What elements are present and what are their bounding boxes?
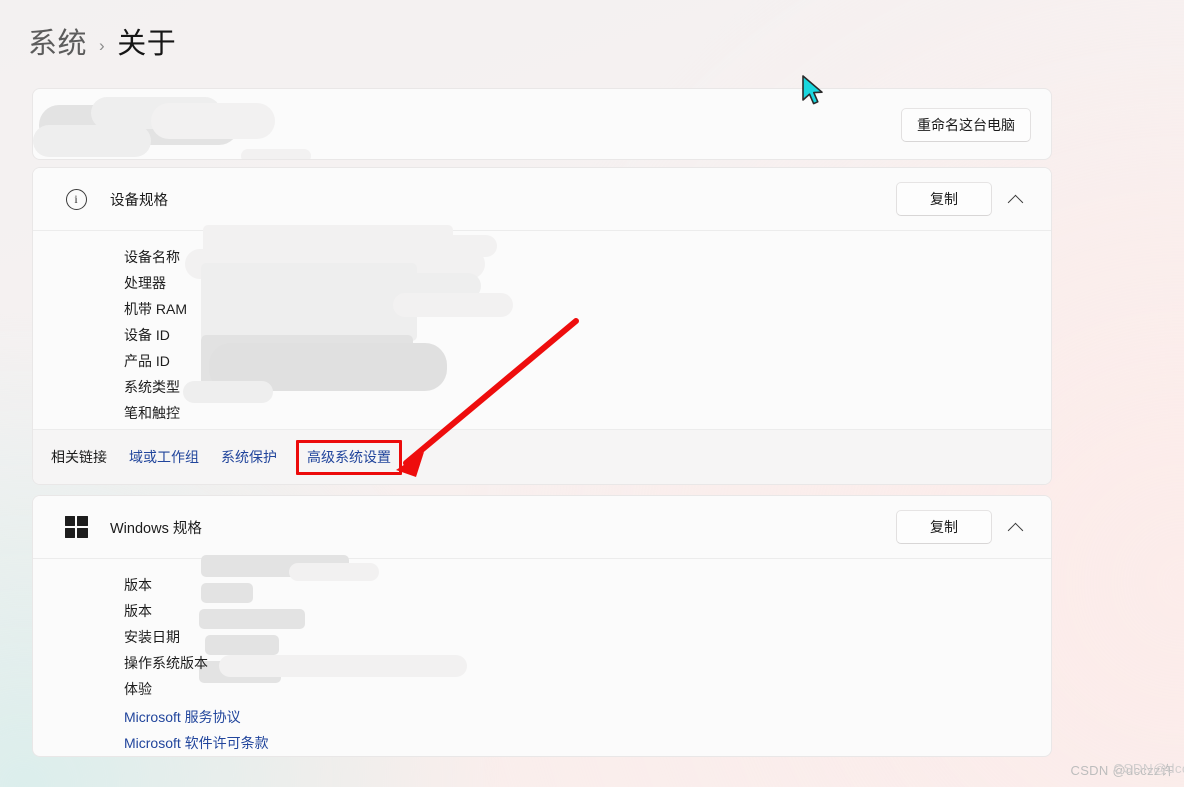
device-specifications-card: i 设备规格 复制 设备名称 处理器 机带 RAM 设备 ID 产品 ID 系统…	[32, 167, 1052, 485]
page-title: 关于	[117, 28, 177, 60]
spec-label: 版本	[124, 577, 152, 593]
highlight-box-advanced-system-settings: 高级系统设置	[296, 439, 402, 475]
spec-label: 系统类型	[124, 379, 180, 395]
mouse-cursor	[802, 75, 823, 105]
redaction-blob	[91, 97, 221, 129]
link-system-protection[interactable]: 系统保护	[221, 447, 277, 467]
windows-specifications-card: Windows 规格 复制 版本 版本 安装日期 操作系统版本 体验 Micro…	[32, 495, 1052, 757]
windows-spec-title: Windows 规格	[110, 520, 202, 537]
spec-label: 设备名称	[124, 249, 180, 265]
related-links-label: 相关链接	[51, 449, 107, 465]
link-microsoft-software-license-terms[interactable]: Microsoft 软件许可条款	[124, 732, 1051, 754]
spec-label: 设备 ID	[124, 327, 170, 343]
link-advanced-system-settings[interactable]: 高级系统设置	[307, 447, 391, 467]
watermark-back: CSDN@dccz	[1112, 761, 1184, 776]
windows-spec-header: Windows 规格 复制	[33, 496, 1051, 559]
spec-label: 体验	[124, 681, 152, 697]
spec-row: 版本	[33, 598, 1051, 624]
spec-row: 系统类型	[33, 374, 1051, 400]
spec-row: 设备 ID	[33, 322, 1051, 348]
spec-row: 体验	[33, 676, 1051, 702]
copy-windows-spec-button[interactable]: 复制	[896, 510, 992, 544]
redaction-blob	[241, 149, 311, 159]
breadcrumb-parent[interactable]: 系统	[28, 30, 87, 59]
related-links-bar: 相关链接 域或工作组 系统保护 高级系统设置	[33, 429, 1051, 484]
spec-label: 安装日期	[124, 629, 180, 645]
redaction-blob	[33, 125, 151, 157]
spec-row: 设备名称	[33, 244, 1051, 270]
windows-spec-list: 版本 版本 安装日期 操作系统版本 体验 Microsoft 服务协议 Micr…	[33, 555, 1051, 754]
copy-device-spec-button[interactable]: 复制	[896, 182, 992, 216]
chevron-up-icon[interactable]	[996, 182, 1034, 216]
spec-label: 版本	[124, 603, 152, 619]
spec-row: 笔和触控	[33, 400, 1051, 426]
spec-row: 操作系统版本	[33, 650, 1051, 676]
windows-logo-icon	[61, 516, 91, 538]
microsoft-links: Microsoft 服务协议 Microsoft 软件许可条款	[33, 702, 1051, 754]
spec-row: 产品 ID	[33, 348, 1051, 374]
computer-name-card: 重命名这台电脑	[32, 88, 1052, 160]
link-microsoft-services-agreement[interactable]: Microsoft 服务协议	[124, 706, 1051, 728]
link-domain-or-workgroup[interactable]: 域或工作组	[129, 447, 199, 467]
redaction-blob	[39, 105, 239, 145]
spec-label: 操作系统版本	[124, 655, 208, 671]
device-spec-title: 设备规格	[110, 192, 168, 209]
info-circle-icon: i	[61, 188, 91, 210]
redaction-blob	[151, 103, 275, 139]
spec-label: 机带 RAM	[124, 301, 187, 317]
device-spec-actions: 复制	[896, 182, 1034, 216]
device-spec-list: 设备名称 处理器 机带 RAM 设备 ID 产品 ID 系统类型 笔和触控	[33, 225, 1051, 426]
device-spec-header: i 设备规格 复制	[33, 168, 1051, 231]
chevron-up-icon[interactable]	[996, 510, 1034, 544]
chevron-right-icon: ›	[99, 36, 106, 55]
spec-row: 处理器	[33, 270, 1051, 296]
spec-label: 笔和触控	[124, 405, 180, 421]
breadcrumb: 系统 › 关于	[28, 30, 176, 59]
spec-row: 机带 RAM	[33, 296, 1051, 322]
spec-label: 产品 ID	[124, 353, 170, 369]
rename-pc-button[interactable]: 重命名这台电脑	[901, 108, 1031, 142]
spec-label: 处理器	[124, 275, 166, 291]
spec-row: 版本	[33, 572, 1051, 598]
watermark: CSDN @dcczz许 CSDN@dccz	[1071, 760, 1184, 779]
windows-spec-actions: 复制	[896, 510, 1034, 544]
spec-row: 安装日期	[33, 624, 1051, 650]
